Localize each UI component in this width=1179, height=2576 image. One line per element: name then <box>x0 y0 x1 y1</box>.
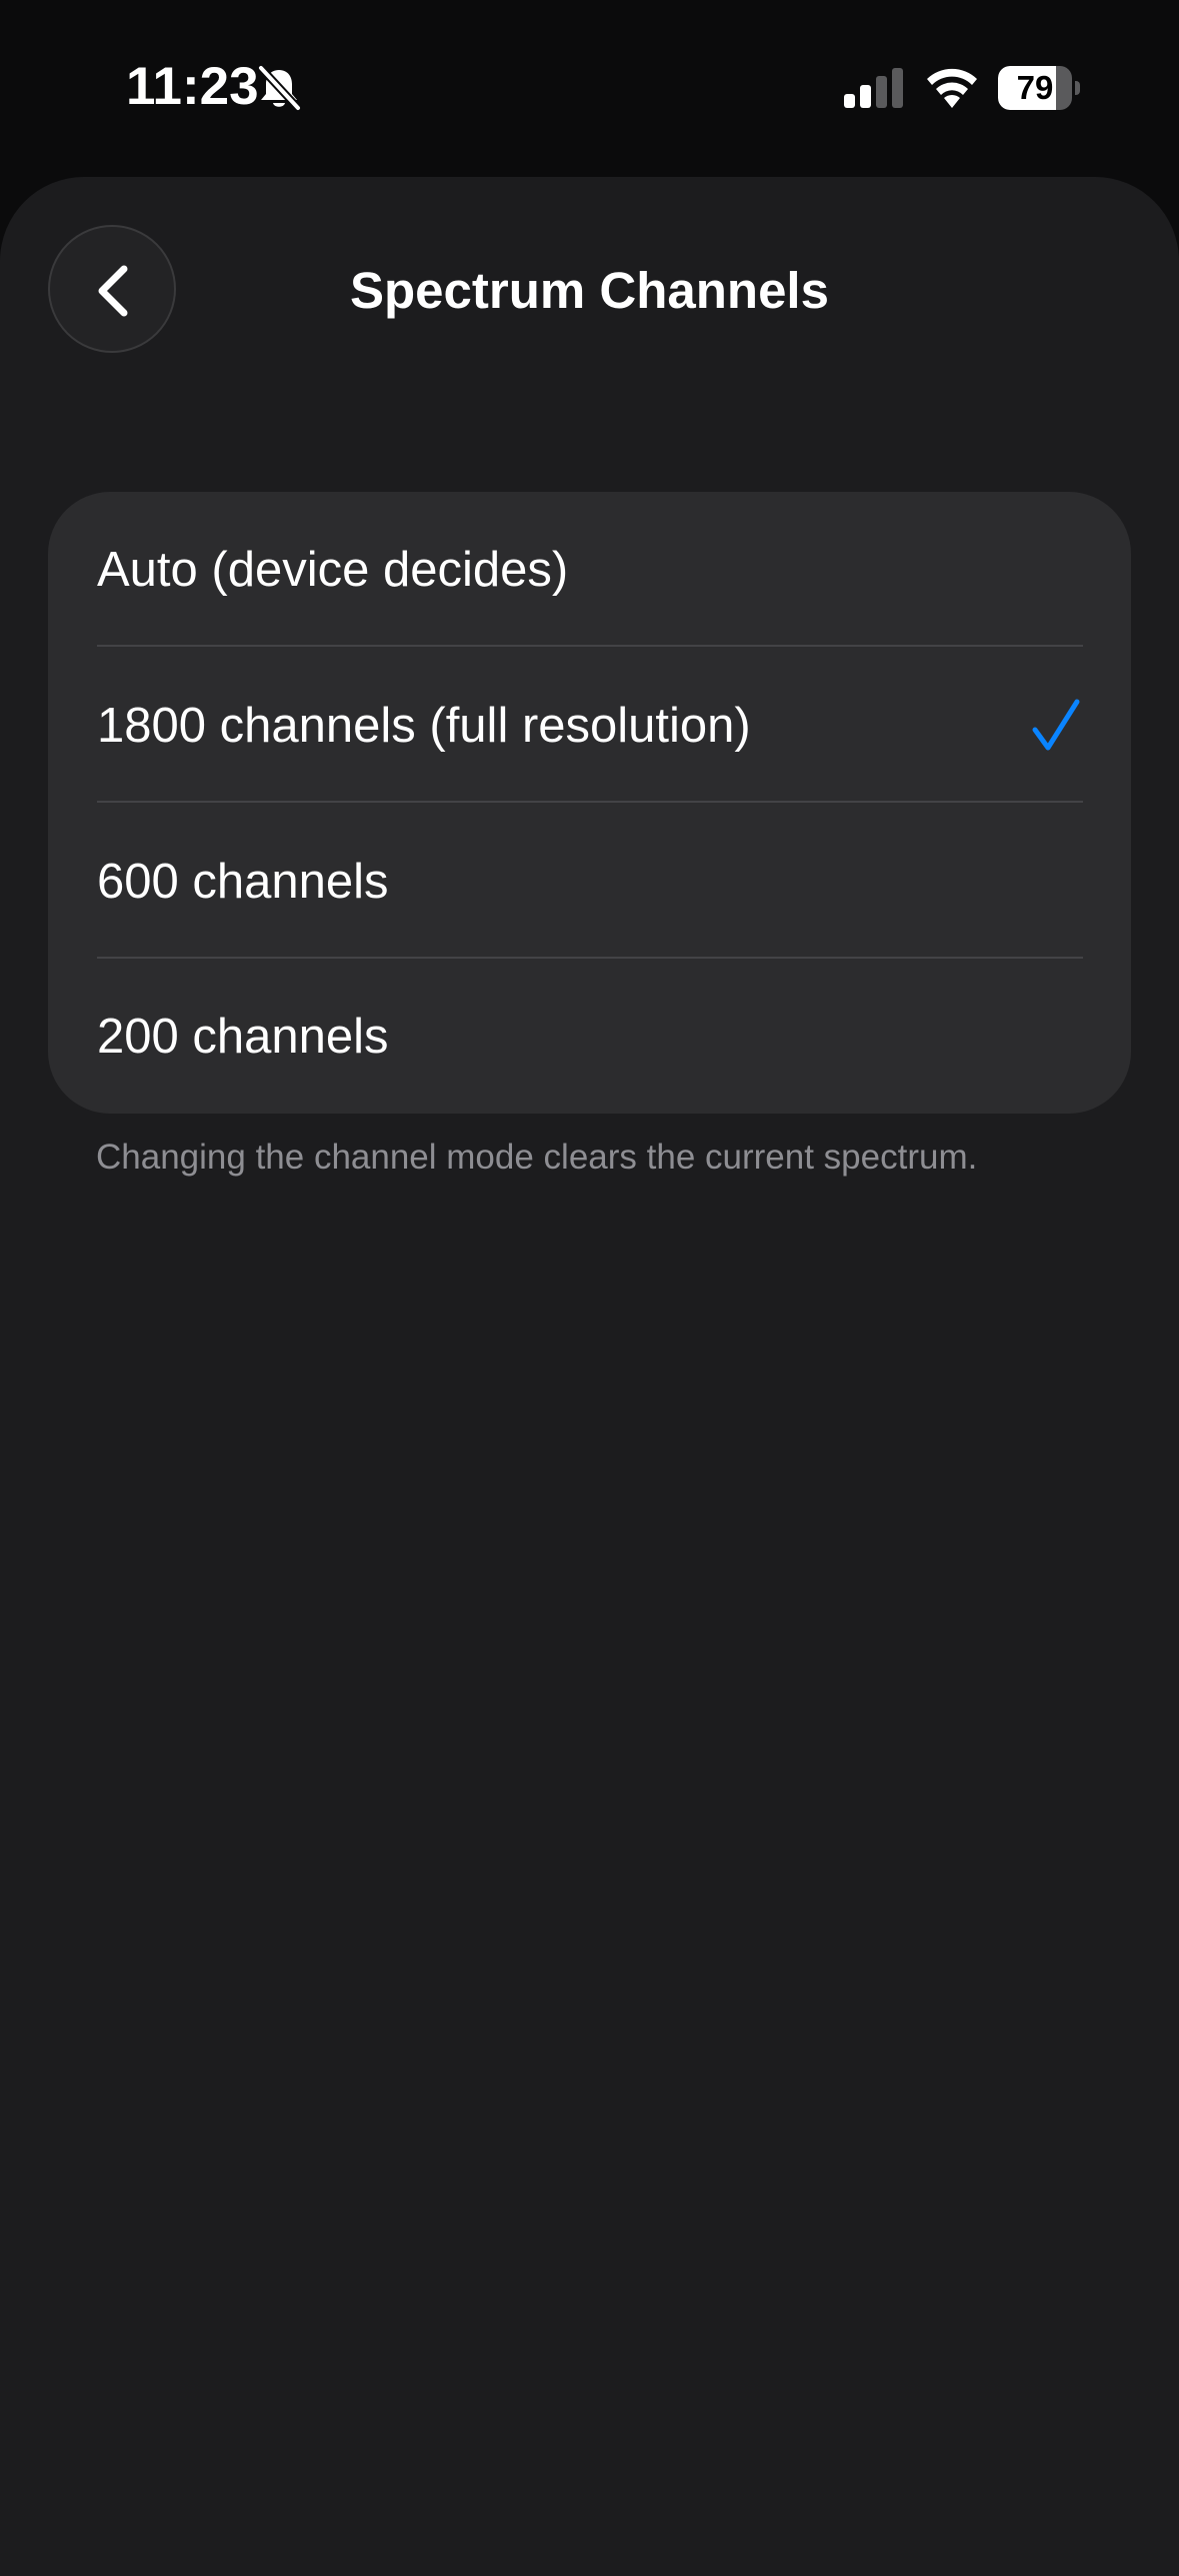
option-auto[interactable]: Auto (device decides) <box>48 492 1131 647</box>
settings-sheet: Spectrum Channels Auto (device decides) … <box>0 177 1179 2576</box>
bell-slash-icon <box>256 64 302 112</box>
divider <box>97 801 1083 803</box>
option-label: 600 channels <box>97 855 389 909</box>
option-label: 1800 channels (full resolution) <box>97 699 751 753</box>
wifi-icon <box>924 64 980 108</box>
option-label: 200 channels <box>97 1010 389 1064</box>
option-200-channels[interactable]: 200 channels <box>48 959 1131 1114</box>
checkmark-icon <box>1031 698 1081 754</box>
battery-level: 79 <box>1016 69 1054 106</box>
option-1800-channels[interactable]: 1800 channels (full resolution) <box>48 648 1131 803</box>
option-600-channels[interactable]: 600 channels <box>48 804 1131 959</box>
status-bar: 11:23 79 <box>0 0 1179 175</box>
status-time: 11:23 <box>126 57 259 116</box>
footer-note: Changing the channel mode clears the cur… <box>96 1138 978 1177</box>
divider <box>97 645 1083 647</box>
battery-icon: 79 <box>998 66 1080 110</box>
option-label: Auto (device decides) <box>97 543 569 597</box>
page-title: Spectrum Channels <box>350 262 829 319</box>
cellular-signal-icon <box>844 68 906 108</box>
channel-options-list: Auto (device decides) 1800 channels (ful… <box>48 492 1131 1114</box>
